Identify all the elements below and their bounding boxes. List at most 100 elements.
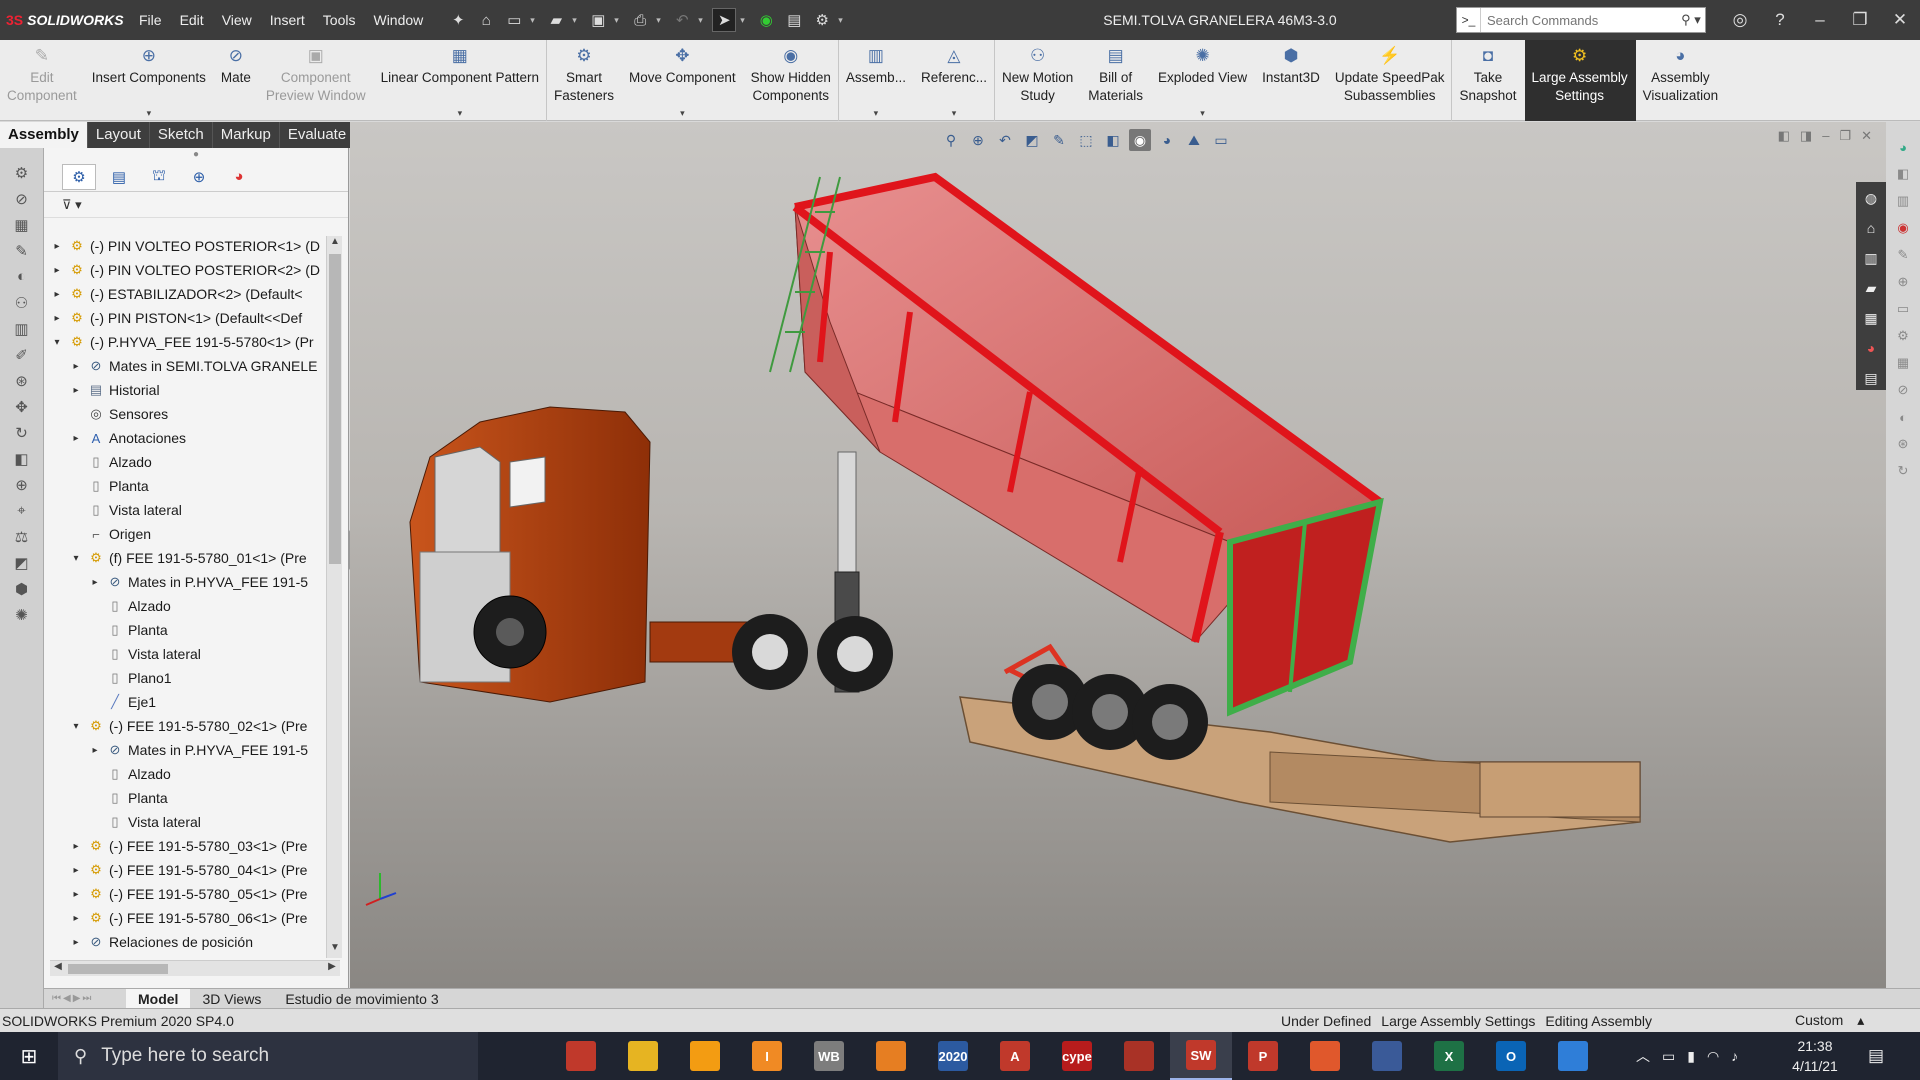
restore-button[interactable]: ❐ [1840,10,1880,30]
render-tool-icon[interactable]: ✺ [10,604,34,625]
rotate-tool-icon[interactable]: ↻ [10,422,34,443]
taskbar-search[interactable]: ⚲ Type here to search [58,1032,478,1080]
status-large-assembly-settings[interactable]: Large Assembly Settings [1381,1013,1535,1029]
volume-icon[interactable]: ♪ [1731,1048,1738,1064]
pane-icon-5[interactable]: ✎ [1893,246,1913,264]
edit-tool-icon[interactable]: ✎ [10,240,34,261]
tree-item-plane[interactable]: ▯ Alzado [50,450,322,474]
bottom-tab-estudio-de-movimiento-3[interactable]: Estudio de movimiento 3 [273,989,450,1009]
menu-file[interactable]: File [130,12,171,28]
expand-arrow-icon[interactable]: ▸ [50,265,64,276]
tree-item-mates[interactable]: ▸ ⊘ Mates in P.HYVA_FEE 191-5 [50,570,322,594]
pane-icon-7[interactable]: ▭ [1893,300,1913,318]
display-style-icon[interactable]: ◧ [1102,129,1124,151]
new-motion-study-button[interactable]: ⚇ New Motion Study [995,40,1081,121]
taskbar-app-excel[interactable]: X [1418,1032,1480,1080]
collapse-arrow-icon[interactable]: ▾ [69,553,83,564]
tree-item-plane[interactable]: ▯ Vista lateral [50,498,322,522]
pane-icon-13[interactable]: ↻ [1893,462,1913,480]
tab-evaluate[interactable]: Evaluate [280,122,356,148]
viewport-minimize-icon[interactable]: – [1822,128,1829,144]
filter-icon[interactable]: ⊽ ▾ [62,197,82,213]
file-explorer-pane-icon[interactable]: ▰ [1860,276,1882,300]
viewport-close-icon[interactable]: ✕ [1861,128,1872,144]
prev-tab-icon[interactable]: ◀ [63,993,71,1004]
search-commands[interactable]: >_ ⚲ ▾ [1456,7,1706,33]
pane-icon-9[interactable]: ▦ [1893,354,1913,372]
edit-appearance-icon[interactable]: ◕ [1156,129,1178,151]
viewport-tile-icon[interactable]: ◧ [1778,128,1790,144]
save-icon[interactable]: ▣ [586,8,610,32]
scroll-left-icon[interactable]: ◀ [50,961,66,977]
tree-component-node[interactable]: ▸ ⚙ (-) FEE 191-5-5780_05<1> (Pre [50,882,322,906]
tree-item-plane[interactable]: ▯ Alzado [50,762,322,786]
tree-item-fold[interactable]: ▸ ▤ Historial [50,378,322,402]
print-icon[interactable]: ⎙ [628,8,652,32]
tailgate[interactable] [1227,497,1384,717]
file-properties-icon[interactable]: ▤ [782,8,806,32]
mass-tool-icon[interactable]: ⚖ [10,526,34,547]
instant3d-button[interactable]: ⬢ Instant3D [1255,40,1328,121]
taskbar-app-app-i[interactable]: I [736,1032,798,1080]
pane-icon-2[interactable]: ◧ [1893,165,1913,183]
expand-arrow-icon[interactable]: ▸ [50,313,64,324]
save-dropdown-icon[interactable]: ▾ [614,15,624,26]
tree-item-plane[interactable]: ▯ Planta [50,786,322,810]
hscroll-thumb[interactable] [68,964,168,974]
tree-item-axis[interactable]: ╱ Eje1 [50,690,322,714]
tab-navigation[interactable]: ⏮ ◀ ▶ ⏭ [44,993,126,1004]
assembly-tool-icon[interactable]: ⚙ [10,162,34,183]
material-tool-icon[interactable]: ⬢ [10,578,34,599]
undo-dropdown-icon[interactable]: ▾ [698,15,708,26]
truck-assembly-model[interactable] [350,122,1886,988]
mate-button[interactable]: ⊘ Mate [214,40,259,121]
collapse-arrow-icon[interactable]: ▾ [69,721,83,732]
tree-component-node[interactable]: ▸ ⚙ (-) PIN VOLTEO POSTERIOR<1> (D [50,234,322,258]
search-icon[interactable]: ⚲ ▾ [1677,12,1705,28]
assemb-dropdown-icon[interactable]: ▾ [874,108,879,119]
panel-handle[interactable]: ● [44,148,348,162]
update-speedpak-subassemblies-button[interactable]: ⚡ Update SpeedPak Subassemblies [1328,40,1453,121]
pattern-tool-icon[interactable]: ▦ [10,214,34,235]
battery-icon[interactable]: ▮ [1687,1048,1695,1065]
hide-tool-icon[interactable]: ◧ [10,448,34,469]
exploded-view-button[interactable]: ✺ Exploded View ▾ [1151,40,1255,121]
tree-item-ann[interactable]: ▸ A Anotaciones [50,426,322,450]
truck-cab[interactable] [409,406,781,703]
tree-component-node[interactable]: ▸ ⚙ (-) FEE 191-5-5780_04<1> (Pre [50,858,322,882]
menu-tools[interactable]: Tools [314,12,365,28]
view-orientation-icon[interactable]: ⬚ [1075,129,1097,151]
exploded-view-dropdown-icon[interactable]: ▾ [1200,108,1205,119]
solidworks-logo[interactable]: 3S SOLIDWORKS [0,12,130,28]
pane-icon-12[interactable]: ⊛ [1893,435,1913,453]
feature-tree-tab-icon[interactable]: ⚙ [62,163,96,190]
insert-components-dropdown-icon[interactable]: ▾ [147,108,152,119]
taskbar-app-outlook[interactable]: O [1480,1032,1542,1080]
tree-item-plane[interactable]: ▯ Vista lateral [50,810,322,834]
taskbar-app-app-wb[interactable]: WB [798,1032,860,1080]
custom-properties-icon[interactable]: ▤ [1860,366,1882,390]
expand-arrow-icon[interactable]: ▸ [69,433,83,444]
referenc-button[interactable]: ◬ Referenc... ▾ [914,40,995,121]
view-palette-icon[interactable]: ▦ [1860,306,1882,330]
tab-layout[interactable]: Layout [88,122,150,148]
next-tab-icon[interactable]: ▶ [73,993,81,1004]
taskbar-app-solidworks[interactable]: SW [1170,1032,1232,1080]
meet-icon[interactable]: ▭ [1662,1048,1675,1065]
feature-tool-icon[interactable]: ▥ [10,318,34,339]
home-icon[interactable]: ⌂ [474,8,498,32]
pane-icon-11[interactable]: ◐ [1893,408,1913,426]
scroll-thumb[interactable] [329,254,341,564]
tab-sketch[interactable]: Sketch [150,122,213,148]
windows-start-button[interactable]: ⊞ [0,1032,58,1080]
taskbar-app-calculator[interactable] [1356,1032,1418,1080]
last-tab-icon[interactable]: ⏭ [82,993,91,1004]
tab-markup[interactable]: Markup [213,122,280,148]
tree-horizontal-scrollbar[interactable]: ◀ ▶ [50,960,340,976]
pin-icon[interactable]: ✦ [446,8,470,32]
tree-item-plane[interactable]: ▯ Alzado [50,594,322,618]
tree-component-node[interactable]: ▸ ⚙ (-) PIN VOLTEO POSTERIOR<2> (D [50,258,322,282]
search-commands-input[interactable] [1481,9,1677,31]
linear-component-pattern-dropdown-icon[interactable]: ▾ [458,108,463,119]
pane-icon-10[interactable]: ⊘ [1893,381,1913,399]
